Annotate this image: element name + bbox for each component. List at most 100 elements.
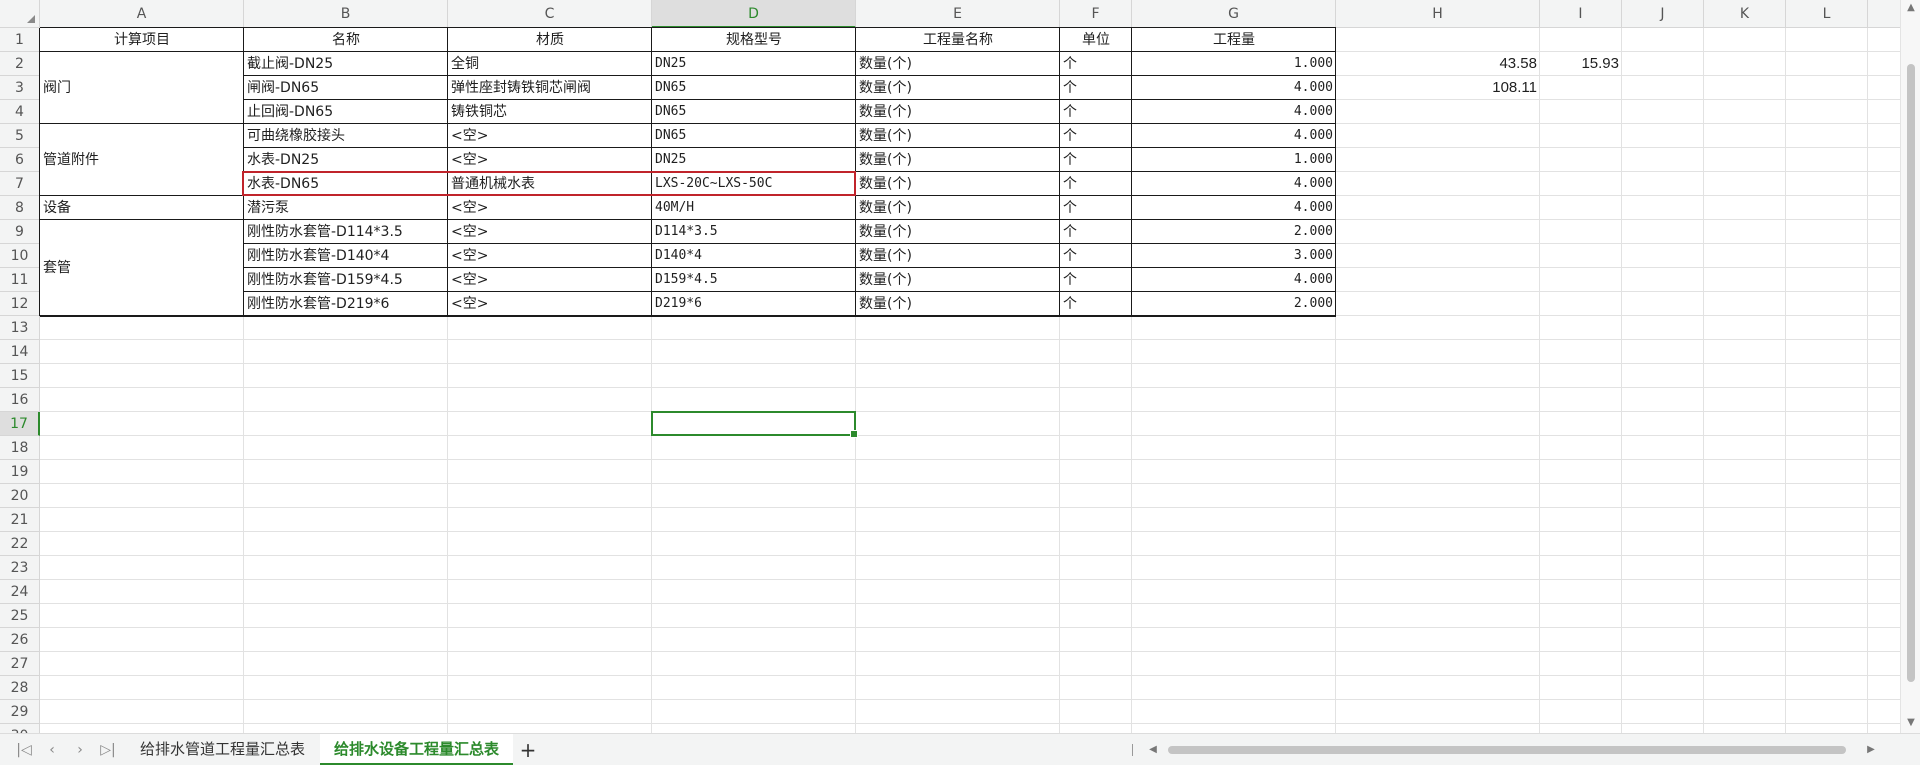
quantity-name-cell[interactable]: 数量(个) <box>856 100 1060 124</box>
material-cell[interactable]: <空> <box>448 244 652 268</box>
material-cell[interactable]: 铸铁铜芯 <box>448 100 652 124</box>
material-cell[interactable]: <空> <box>448 220 652 244</box>
spec-cell[interactable]: DN65 <box>652 100 856 124</box>
scroll-down-icon[interactable]: ▼ <box>1905 717 1917 729</box>
row-header-3[interactable]: 3 <box>0 76 40 100</box>
spec-cell[interactable]: DN65 <box>652 76 856 100</box>
row-header-5[interactable]: 5 <box>0 124 40 148</box>
scroll-up-icon[interactable]: ▲ <box>1905 2 1917 14</box>
header-cell[interactable]: 材质 <box>448 28 652 52</box>
category-cell[interactable]: 管道附件 <box>40 124 244 196</box>
value-cell[interactable]: 15.93 <box>1540 52 1622 76</box>
quantity-cell[interactable]: 4.000 <box>1132 100 1336 124</box>
quantity-cell[interactable]: 4.000 <box>1132 172 1336 196</box>
spec-cell[interactable]: D114*3.5 <box>652 220 856 244</box>
material-cell[interactable]: 全铜 <box>448 52 652 76</box>
add-sheet-plus-icon[interactable]: + <box>516 738 540 762</box>
quantity-cell[interactable]: 2.000 <box>1132 220 1336 244</box>
header-cell[interactable]: 计算项目 <box>40 28 244 52</box>
row-header-23[interactable]: 23 <box>0 556 40 580</box>
value-cell[interactable]: 43.58 <box>1336 52 1540 76</box>
quantity-name-cell[interactable]: 数量(个) <box>856 52 1060 76</box>
column-header-J[interactable]: J <box>1622 0 1704 28</box>
material-cell[interactable]: <空> <box>448 268 652 292</box>
column-header-F[interactable]: F <box>1060 0 1132 28</box>
vertical-scroll-thumb[interactable] <box>1907 64 1915 682</box>
quantity-cell[interactable]: 3.000 <box>1132 244 1336 268</box>
row-header-26[interactable]: 26 <box>0 628 40 652</box>
row-header-29[interactable]: 29 <box>0 700 40 724</box>
vertical-scrollbar[interactable]: ▲ ▼ <box>1900 0 1920 733</box>
last-sheet-icon[interactable]: ▷| <box>98 740 118 760</box>
row-header-17[interactable]: 17 <box>0 412 40 436</box>
horizontal-scrollbar[interactable]: ◀ ▶ <box>1132 742 1892 758</box>
row-header-16[interactable]: 16 <box>0 388 40 412</box>
next-sheet-icon[interactable]: › <box>70 740 90 760</box>
quantity-cell[interactable]: 4.000 <box>1132 124 1336 148</box>
column-header-E[interactable]: E <box>856 0 1060 28</box>
scroll-left-icon[interactable]: ◀ <box>1146 742 1160 758</box>
row-header-9[interactable]: 9 <box>0 220 40 244</box>
unit-cell[interactable]: 个 <box>1060 124 1132 148</box>
quantity-name-cell[interactable]: 数量(个) <box>856 220 1060 244</box>
first-sheet-icon[interactable]: |◁ <box>14 740 34 760</box>
material-cell[interactable]: <空> <box>448 124 652 148</box>
quantity-cell[interactable]: 1.000 <box>1132 52 1336 76</box>
prev-sheet-icon[interactable]: ‹ <box>42 740 62 760</box>
row-header-14[interactable]: 14 <box>0 340 40 364</box>
row-header-13[interactable]: 13 <box>0 316 40 340</box>
unit-cell[interactable]: 个 <box>1060 220 1132 244</box>
unit-cell[interactable]: 个 <box>1060 172 1132 196</box>
row-header-10[interactable]: 10 <box>0 244 40 268</box>
row-header-20[interactable]: 20 <box>0 484 40 508</box>
row-header-8[interactable]: 8 <box>0 196 40 220</box>
column-header-L[interactable]: L <box>1786 0 1868 28</box>
category-cell[interactable]: 设备 <box>40 196 244 220</box>
quantity-cell[interactable]: 4.000 <box>1132 76 1336 100</box>
name-cell[interactable]: 刚性防水套管-D219*6 <box>244 292 448 316</box>
quantity-name-cell[interactable]: 数量(个) <box>856 124 1060 148</box>
spec-cell[interactable]: D140*4 <box>652 244 856 268</box>
category-cell[interactable]: 套管 <box>40 220 244 316</box>
header-cell[interactable]: 单位 <box>1060 28 1132 52</box>
name-cell[interactable]: 刚性防水套管-D140*4 <box>244 244 448 268</box>
tab-pipe-summary[interactable]: 给排水管道工程量汇总表 <box>126 734 319 765</box>
category-cell[interactable]: 阀门 <box>40 52 244 124</box>
name-cell[interactable]: 水表-DN25 <box>244 148 448 172</box>
name-cell[interactable]: 刚性防水套管-D159*4.5 <box>244 268 448 292</box>
select-all-corner[interactable] <box>0 0 40 28</box>
unit-cell[interactable]: 个 <box>1060 196 1132 220</box>
name-cell[interactable]: 止回阀-DN65 <box>244 100 448 124</box>
row-header-21[interactable]: 21 <box>0 508 40 532</box>
header-cell[interactable]: 工程量 <box>1132 28 1336 52</box>
material-cell[interactable]: 普通机械水表 <box>448 172 652 196</box>
row-header-4[interactable]: 4 <box>0 100 40 124</box>
row-header-11[interactable]: 11 <box>0 268 40 292</box>
material-cell[interactable]: <空> <box>448 196 652 220</box>
row-header-7[interactable]: 7 <box>0 172 40 196</box>
material-cell[interactable]: <空> <box>448 148 652 172</box>
name-cell[interactable]: 水表-DN65 <box>244 172 448 196</box>
quantity-name-cell[interactable]: 数量(个) <box>856 172 1060 196</box>
unit-cell[interactable]: 个 <box>1060 268 1132 292</box>
quantity-name-cell[interactable]: 数量(个) <box>856 292 1060 316</box>
quantity-name-cell[interactable]: 数量(个) <box>856 244 1060 268</box>
spreadsheet-grid[interactable]: A B C D E F G H I J K L 1 2 3 4 5 6 7 8 9 10 11 12 13 14 15 16 17 18 1… <box>0 0 1900 733</box>
column-header-I[interactable]: I <box>1540 0 1622 28</box>
unit-cell[interactable]: 个 <box>1060 76 1132 100</box>
spec-cell[interactable]: D159*4.5 <box>652 268 856 292</box>
row-header-24[interactable]: 24 <box>0 580 40 604</box>
name-cell[interactable]: 可曲绕橡胶接头 <box>244 124 448 148</box>
quantity-cell[interactable]: 1.000 <box>1132 148 1336 172</box>
unit-cell[interactable]: 个 <box>1060 100 1132 124</box>
quantity-cell[interactable]: 4.000 <box>1132 268 1336 292</box>
unit-cell[interactable]: 个 <box>1060 244 1132 268</box>
column-header-A[interactable]: A <box>40 0 244 28</box>
row-header-22[interactable]: 22 <box>0 532 40 556</box>
quantity-name-cell[interactable]: 数量(个) <box>856 268 1060 292</box>
quantity-name-cell[interactable]: 数量(个) <box>856 196 1060 220</box>
header-cell[interactable]: 名称 <box>244 28 448 52</box>
row-header-28[interactable]: 28 <box>0 676 40 700</box>
column-header-C[interactable]: C <box>448 0 652 28</box>
row-header-27[interactable]: 27 <box>0 652 40 676</box>
